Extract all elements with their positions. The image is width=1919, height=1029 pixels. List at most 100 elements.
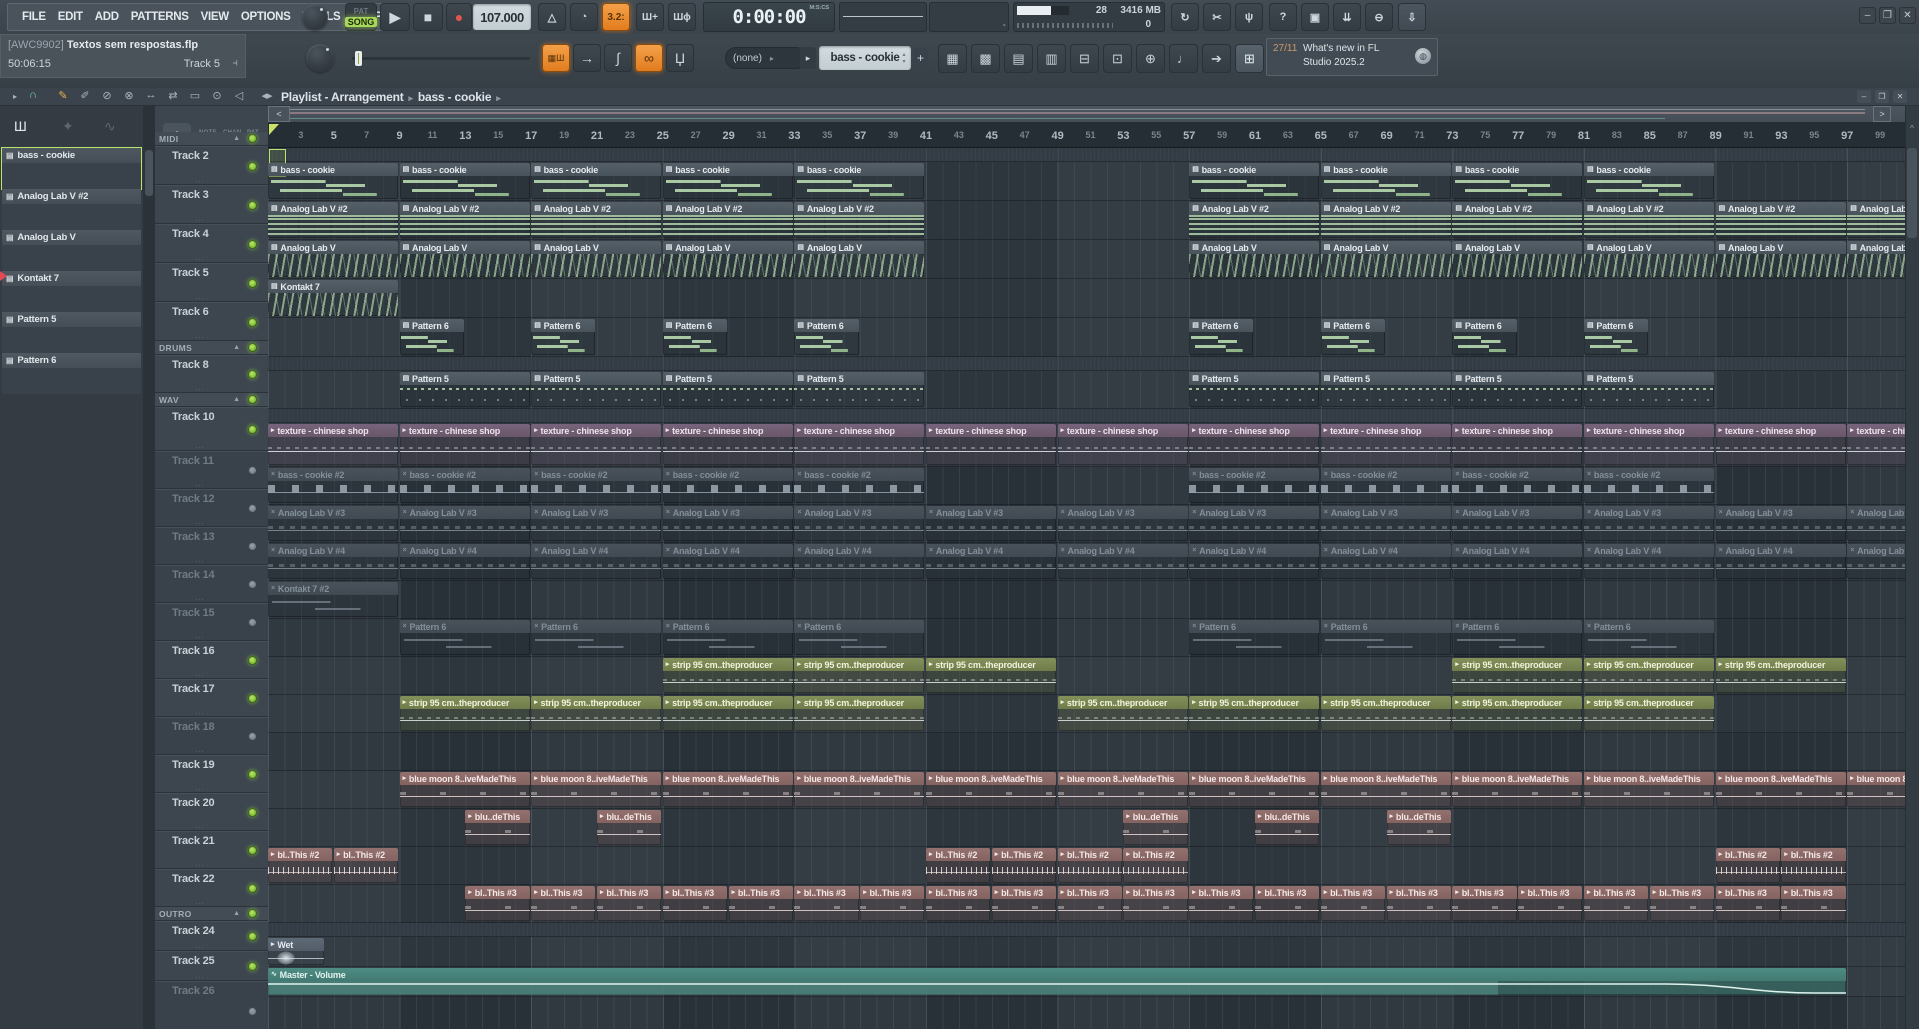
playback-tool-icon[interactable]: ◁ bbox=[230, 89, 248, 102]
pattern-spinner[interactable]: ▴ ▾ bbox=[898, 46, 910, 70]
window-maximize-button[interactable]: ❐ bbox=[1879, 7, 1896, 24]
metronome-button[interactable]: △ bbox=[538, 3, 566, 31]
clip[interactable]: × bass - cookie #2 bbox=[1320, 468, 1451, 503]
clip[interactable]: ×Analog Lab V #4 bbox=[1715, 544, 1846, 579]
clip[interactable]: ▤Analog Lab V bbox=[1584, 241, 1715, 277]
automation-tab-icon[interactable]: ∿ bbox=[104, 118, 116, 135]
clip[interactable]: ▸texture - chinese shop bbox=[1715, 424, 1846, 465]
track-arm-led[interactable] bbox=[248, 932, 257, 941]
mic-button[interactable]: ψ bbox=[1235, 3, 1263, 31]
clip[interactable]: ▸ bl..This #3 bbox=[728, 886, 793, 921]
wave-tab-icon[interactable]: ✦ bbox=[62, 118, 74, 135]
timeline-ruler[interactable]: 3 5 7 9 11 13 15 17 19 21 23 25 27 29 31 33 35 37 39 41 43 45… bbox=[268, 122, 1905, 148]
track-arm-led[interactable] bbox=[248, 846, 257, 855]
track-header-row[interactable]: Track 20... bbox=[155, 793, 268, 831]
track-arm-led[interactable] bbox=[248, 656, 257, 665]
clip[interactable]: ▸texture - chinese shop bbox=[1452, 424, 1583, 465]
shop-toggle[interactable]: ⊞ bbox=[1235, 44, 1264, 73]
draw-tool-icon[interactable]: ✎ bbox=[54, 89, 72, 102]
track-arm-led[interactable] bbox=[248, 239, 257, 249]
download-button[interactable]: ⇩ bbox=[1398, 3, 1426, 31]
track-arm-led[interactable] bbox=[248, 466, 257, 475]
clip[interactable]: ▤ Pattern 5 bbox=[662, 372, 793, 407]
breadcrumb-sub[interactable]: bass - cookie bbox=[418, 90, 492, 104]
clip[interactable]: ×Analog Lab V #3 bbox=[1057, 506, 1188, 541]
save-button[interactable]: ▣ bbox=[1301, 3, 1329, 31]
track-lane[interactable] bbox=[268, 279, 1905, 318]
paint-tool-icon[interactable]: ✐ bbox=[76, 89, 94, 102]
menu-patterns[interactable]: PATTERNS bbox=[125, 11, 195, 23]
pat-song-switch[interactable]: PAT SONG bbox=[344, 3, 378, 31]
track-header-row[interactable]: Track 6... bbox=[155, 302, 268, 341]
clip[interactable]: ▤Analog Lab V #2 bbox=[1452, 202, 1583, 238]
delete-tool-icon[interactable]: ⊘ bbox=[98, 89, 116, 102]
track-arm-led[interactable] bbox=[248, 425, 257, 434]
track-header-row[interactable]: Track 24... bbox=[155, 921, 268, 951]
clip[interactable]: ▤ Pattern 6 bbox=[1320, 319, 1386, 355]
clip[interactable]: ▸blue moon 8..iveMadeThis bbox=[1320, 772, 1451, 807]
clip[interactable]: ▤ bass - cookie bbox=[1452, 163, 1583, 199]
playlist-minimize-button[interactable]: – bbox=[1857, 90, 1871, 103]
clip[interactable]: ×Analog Lab V #3 bbox=[662, 506, 793, 541]
clip[interactable]: ▤ Pattern 5 bbox=[1584, 372, 1715, 407]
shuffle-slider-thumb[interactable] bbox=[355, 51, 362, 66]
track-header-row[interactable]: Track 22... bbox=[155, 869, 268, 907]
menu-view[interactable]: VIEW bbox=[195, 11, 235, 23]
clip[interactable]: ×Analog Lab V #4 bbox=[1189, 544, 1320, 579]
track-arm-led[interactable] bbox=[248, 370, 257, 379]
track-group-header[interactable]: DRUMS ▲ bbox=[155, 341, 268, 355]
clip[interactable]: ▤Analog Lab V #2 bbox=[531, 202, 662, 238]
clip[interactable]: ▤ Pattern 5 bbox=[1452, 372, 1583, 407]
track-group-header[interactable]: OUTRO ▲ bbox=[155, 907, 268, 921]
clip[interactable]: ▤ bass - cookie bbox=[399, 163, 530, 199]
track-arm-led[interactable] bbox=[248, 278, 257, 288]
clip[interactable]: ×Analog Lab V #4 bbox=[399, 544, 530, 579]
track-arm-led[interactable] bbox=[248, 161, 257, 171]
clip[interactable]: ×Analog Lab V #4 bbox=[268, 544, 399, 579]
clip[interactable]: ▸ blu..deThis bbox=[1386, 810, 1451, 845]
main-volume-knob[interactable] bbox=[302, 4, 328, 30]
clip[interactable]: ▸ blu..deThis bbox=[597, 810, 662, 845]
clip[interactable]: ×Analog Lab V #3 bbox=[399, 506, 530, 541]
clip[interactable]: ▸texture - chinese shop bbox=[399, 424, 530, 465]
clip[interactable]: ▤Analog Lab V bbox=[531, 241, 662, 277]
clip[interactable]: ▸ bl..This #2 bbox=[926, 848, 991, 883]
clip[interactable]: ▸ bl..This #3 bbox=[1518, 886, 1583, 921]
track-header-row[interactable]: Track 25... bbox=[155, 951, 268, 981]
clip[interactable]: ▸ bl..This #3 bbox=[1057, 886, 1122, 921]
clip[interactable]: ▸ bl..This #3 bbox=[794, 886, 859, 921]
clip[interactable]: ▸ bl..This #2 bbox=[333, 848, 399, 883]
track-arm-led[interactable] bbox=[248, 317, 257, 327]
clip[interactable]: × Pattern 6 bbox=[399, 620, 530, 655]
track-header-row[interactable]: Track 8... bbox=[155, 355, 268, 393]
clip[interactable]: ▸ strip 95 cm..theproducer bbox=[1189, 696, 1320, 731]
track-lane[interactable] bbox=[268, 581, 1905, 619]
clip[interactable]: ▤ bass - cookie bbox=[794, 163, 925, 199]
clip[interactable]: ▸ bl..This #3 bbox=[1452, 886, 1517, 921]
clip[interactable]: ▸blue moon 8..iveMadeThis bbox=[1452, 772, 1583, 807]
clip[interactable]: ▤ Pattern 6 bbox=[794, 319, 859, 355]
clip[interactable]: ×Analog Lab V #3 bbox=[1320, 506, 1451, 541]
clip[interactable]: ▸ bl..This #2 bbox=[1781, 848, 1846, 883]
sync-button[interactable]: ↻ bbox=[1171, 3, 1199, 31]
clip[interactable]: ▸ bl..This #2 bbox=[268, 848, 333, 883]
track-lane[interactable] bbox=[268, 318, 1905, 357]
picker-item[interactable]: ▤ Kontakt 7 bbox=[2, 271, 141, 312]
step-edit-button[interactable]: Шϕ bbox=[668, 3, 696, 31]
select-tool-icon[interactable]: ▭ bbox=[186, 89, 204, 102]
group-led[interactable] bbox=[248, 909, 257, 918]
oscilloscope-left[interactable] bbox=[839, 2, 927, 32]
clip[interactable]: ×Analog Lab V #3 bbox=[1189, 506, 1320, 541]
clip[interactable]: × Pattern 6 bbox=[662, 620, 793, 655]
track-arm-led[interactable] bbox=[248, 808, 257, 817]
clip[interactable]: ▸ bl..This #3 bbox=[926, 886, 991, 921]
menu-edit[interactable]: EDIT bbox=[52, 11, 89, 23]
clip[interactable]: ×Analog Lab V #4 bbox=[1584, 544, 1715, 579]
tap-tempo-toggle[interactable]: ♩ bbox=[1169, 44, 1198, 73]
track-arm-led[interactable] bbox=[248, 580, 257, 589]
wait-for-input-button[interactable]: ◔ bbox=[570, 3, 598, 31]
mute-tool-icon[interactable]: ⊗ bbox=[120, 89, 138, 102]
record-button[interactable]: ● bbox=[446, 3, 472, 31]
clip[interactable]: ▸ bl..This #3 bbox=[860, 886, 925, 921]
stretch-tool-icon[interactable]: ↔ bbox=[142, 89, 160, 101]
